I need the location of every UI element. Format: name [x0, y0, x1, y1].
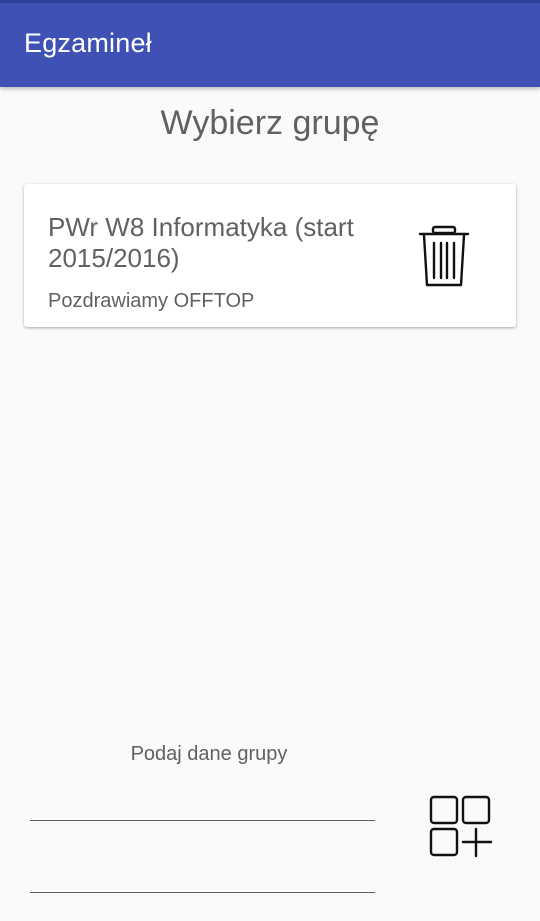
group-card[interactable]: PWr W8 Informatyka (start 2015/2016) Poz…	[24, 184, 516, 327]
group-data-label: Podaj dane grupy	[130, 743, 288, 765]
add-grid-icon	[429, 795, 493, 858]
page-title: Wybierz grupę	[160, 104, 380, 142]
app-bar: Egzamineł	[0, 0, 540, 87]
status-strip	[0, 0, 540, 3]
group-description: Pozdrawiamy OFFTOP	[48, 290, 255, 312]
trash-can-icon	[418, 225, 470, 287]
add-group-button[interactable]	[426, 792, 494, 860]
group-data-input-1[interactable]	[30, 787, 375, 821]
group-name: PWr W8 Informatyka (start 2015/2016)	[48, 212, 354, 273]
app-title: Egzamineł	[24, 28, 152, 58]
delete-group-button[interactable]	[414, 224, 474, 288]
group-data-input-2[interactable]	[30, 859, 375, 893]
